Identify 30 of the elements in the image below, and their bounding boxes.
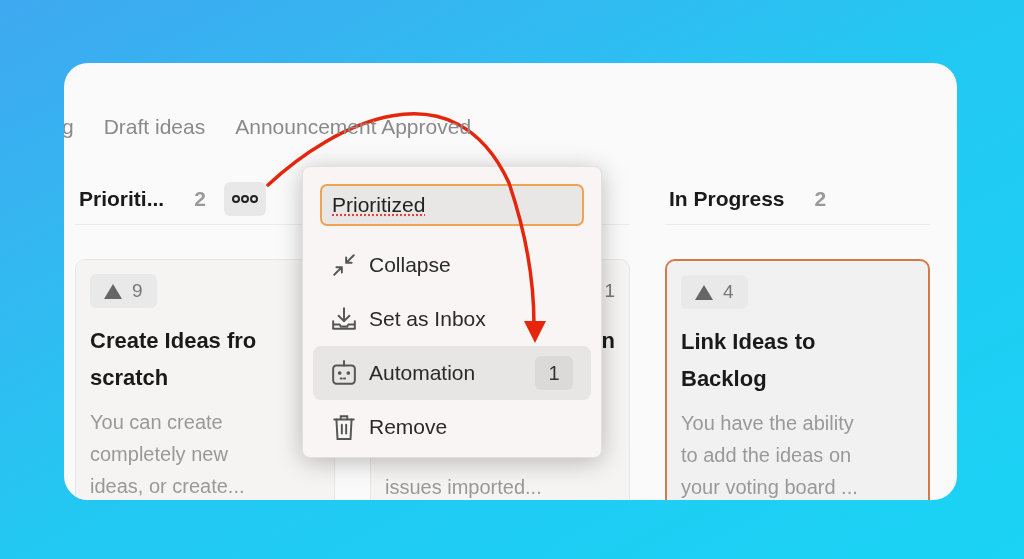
idea-card[interactable]: 4 Link Ideas to Backlog You have the ability to add the ideas on your voting board ... bbox=[665, 259, 930, 500]
more-button[interactable] bbox=[223, 181, 266, 216]
column-count: 2 bbox=[814, 185, 827, 212]
card-title: Create Ideas fro scratch bbox=[90, 327, 257, 392]
idea-card[interactable]: 9 Create Ideas fro scratch You can create completely new ideas, or create... bbox=[75, 259, 335, 500]
card-title: n bbox=[601, 327, 615, 355]
menu-item-label: Set as Inbox bbox=[369, 306, 487, 333]
card-description: You have the ability to add the ideas on your voting board ... bbox=[681, 411, 858, 500]
column-title: Prioriti... bbox=[79, 185, 165, 212]
more-icon bbox=[231, 193, 258, 204]
menu-item-label: Remove bbox=[369, 414, 449, 441]
column-count: 2 bbox=[194, 185, 206, 212]
card-description: You can create completely new ideas, or create... bbox=[90, 410, 245, 499]
vote-badge[interactable]: 1 bbox=[604, 274, 615, 308]
trash-icon bbox=[331, 414, 357, 440]
column-title: In Progress bbox=[669, 185, 785, 212]
vote-badge[interactable]: 9 bbox=[90, 274, 157, 308]
robot-icon bbox=[331, 360, 357, 386]
download-tray-icon bbox=[331, 306, 357, 332]
collapse-icon bbox=[331, 252, 357, 278]
upvote-icon bbox=[104, 283, 122, 299]
upvote-icon bbox=[695, 284, 713, 300]
name-input-field[interactable]: Prioritized bbox=[320, 184, 584, 226]
card-title: Link Ideas to Backlog bbox=[681, 328, 816, 393]
menu-item[interactable]: Automation 1 bbox=[313, 346, 591, 400]
menu-item-label: Collapse bbox=[369, 252, 452, 279]
vote-badge[interactable]: 4 bbox=[681, 275, 748, 309]
card-description: issues imported... bbox=[385, 475, 542, 500]
count-badge: 1 bbox=[535, 356, 573, 390]
menu-item-label: Automation bbox=[369, 360, 477, 387]
